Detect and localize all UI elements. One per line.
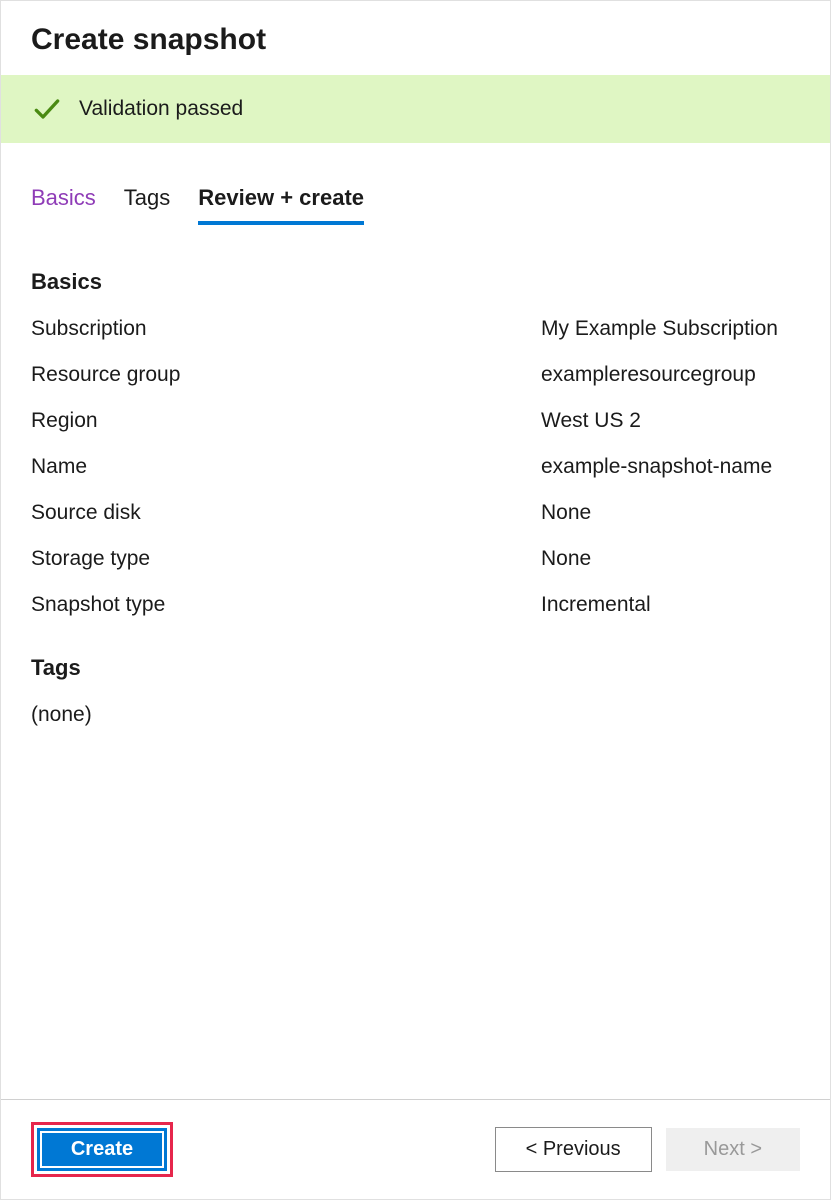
page-title: Create snapshot bbox=[31, 23, 800, 57]
label-subscription: Subscription bbox=[31, 317, 541, 341]
row-source-disk: Source disk None bbox=[31, 501, 800, 525]
next-button: Next > bbox=[666, 1128, 800, 1171]
section-heading-basics: Basics bbox=[31, 269, 800, 295]
create-button-highlight: Create bbox=[31, 1122, 173, 1177]
tab-tags[interactable]: Tags bbox=[124, 185, 170, 225]
check-icon bbox=[31, 93, 63, 125]
label-name: Name bbox=[31, 455, 541, 479]
tags-none-text: (none) bbox=[31, 703, 800, 727]
value-region: West US 2 bbox=[541, 409, 800, 433]
tab-basics[interactable]: Basics bbox=[31, 185, 96, 225]
tabs-container: Basics Tags Review + create bbox=[1, 143, 830, 225]
label-storage-type: Storage type bbox=[31, 547, 541, 571]
validation-banner: Validation passed bbox=[1, 75, 830, 143]
row-resource-group: Resource group exampleresourcegroup bbox=[31, 363, 800, 387]
tab-review-create[interactable]: Review + create bbox=[198, 185, 364, 225]
value-storage-type: None bbox=[541, 547, 800, 571]
row-subscription: Subscription My Example Subscription bbox=[31, 317, 800, 341]
value-source-disk: None bbox=[541, 501, 800, 525]
row-snapshot-type: Snapshot type Incremental bbox=[31, 593, 800, 617]
footer-bar: Create < Previous Next > bbox=[1, 1099, 830, 1199]
row-region: Region West US 2 bbox=[31, 409, 800, 433]
label-region: Region bbox=[31, 409, 541, 433]
label-snapshot-type: Snapshot type bbox=[31, 593, 541, 617]
section-heading-tags: Tags bbox=[31, 655, 800, 681]
value-name: example-snapshot-name bbox=[541, 455, 800, 479]
value-snapshot-type: Incremental bbox=[541, 593, 800, 617]
label-source-disk: Source disk bbox=[31, 501, 541, 525]
previous-button[interactable]: < Previous bbox=[495, 1127, 652, 1172]
label-resource-group: Resource group bbox=[31, 363, 541, 387]
create-button[interactable]: Create bbox=[37, 1128, 167, 1171]
value-subscription: My Example Subscription bbox=[541, 317, 800, 341]
row-name: Name example-snapshot-name bbox=[31, 455, 800, 479]
value-resource-group: exampleresourcegroup bbox=[541, 363, 800, 387]
validation-message: Validation passed bbox=[79, 97, 243, 121]
row-storage-type: Storage type None bbox=[31, 547, 800, 571]
